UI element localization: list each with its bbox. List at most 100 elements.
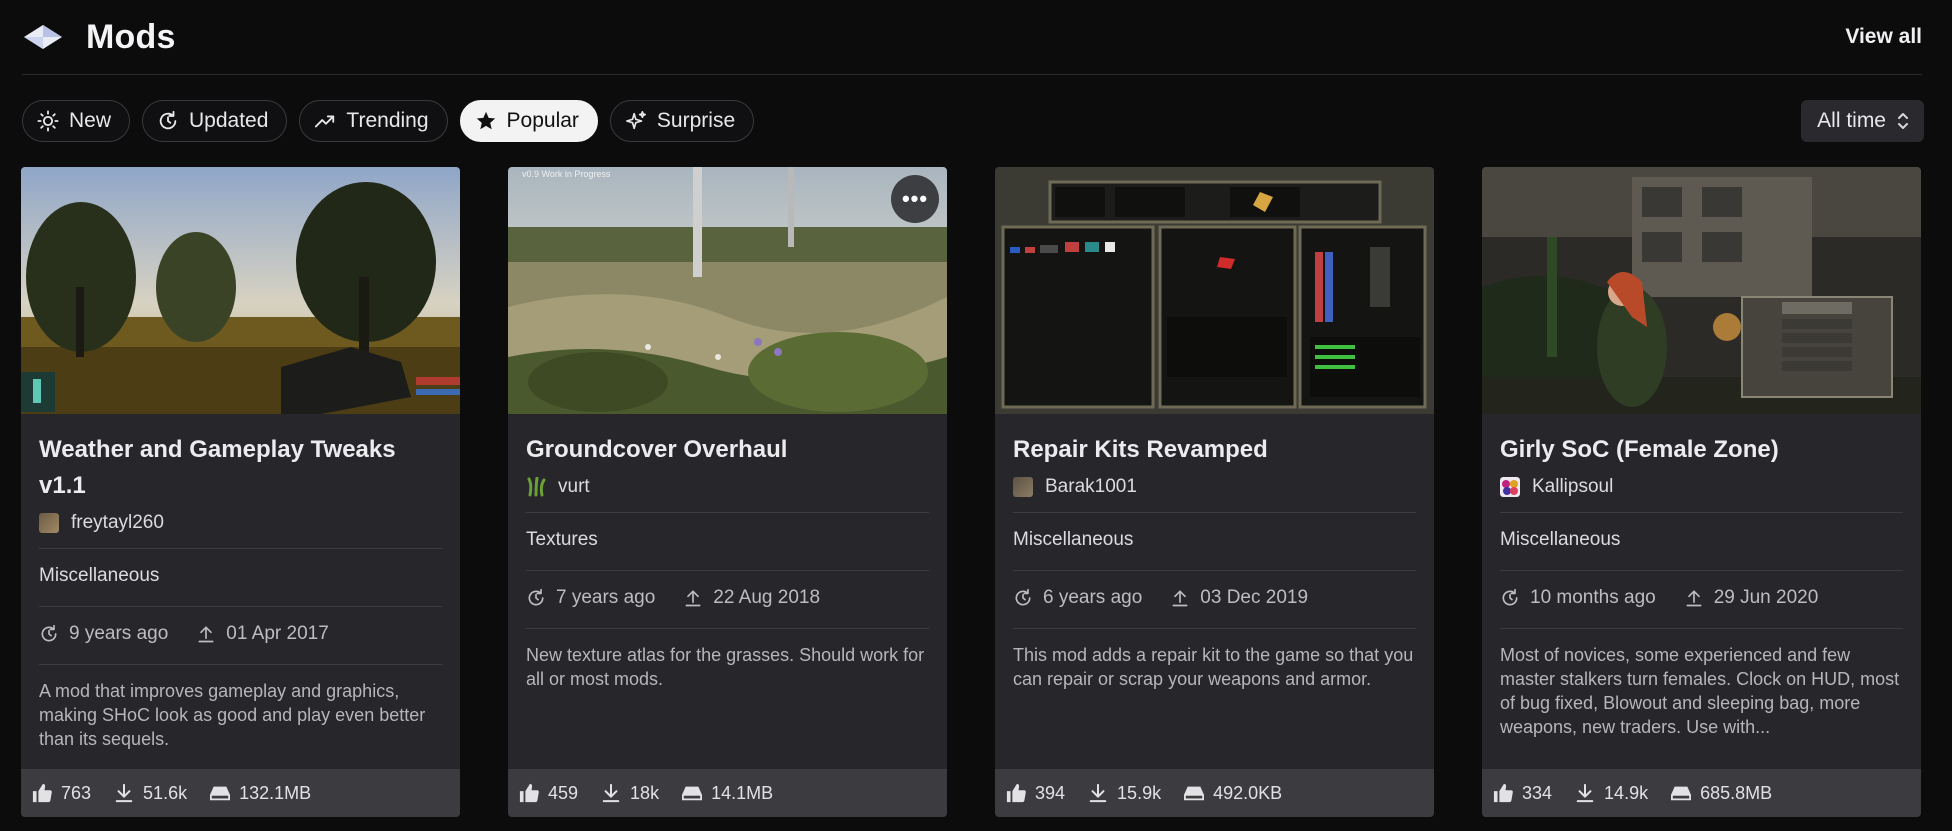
size-stat: 492.0KB <box>1183 783 1282 804</box>
mod-title[interactable]: Repair Kits Revamped <box>1013 432 1416 468</box>
author-name: Kallipsoul <box>1532 476 1614 497</box>
card-footer: 334 14.9k 685.8MB <box>1482 769 1921 817</box>
hard-drive-icon <box>1671 786 1692 801</box>
divider <box>526 628 929 629</box>
more-horizontal-icon: ••• <box>901 186 929 211</box>
likes-count: 459 <box>548 782 579 803</box>
more-options-button[interactable]: ••• <box>891 175 939 223</box>
downloads-count: 14.9k <box>1604 782 1649 803</box>
likes-stat: 763 <box>31 783 91 804</box>
mod-author[interactable]: Kallipsoul <box>1500 472 1903 502</box>
download-icon <box>115 783 133 803</box>
size-stat: 132.1MB <box>209 783 311 804</box>
refresh-icon <box>528 588 544 606</box>
mod-thumbnail[interactable]: v0.9 Work in Progress ••• <box>508 167 947 414</box>
likes-count: 394 <box>1035 782 1066 803</box>
mod-category[interactable]: Textures <box>526 520 929 560</box>
upload-icon <box>1686 590 1702 607</box>
card-body: Groundcover Overhaul vurt Textures 7 yea… <box>508 414 947 691</box>
mod-title[interactable]: Groundcover Overhaul <box>526 432 929 468</box>
page-header: Mods View all <box>22 0 1922 75</box>
mod-title[interactable]: Weather and Gameplay Tweaks v1.1 <box>39 432 442 504</box>
filter-group: New Updated Trending Popular Surprise <box>22 100 755 142</box>
mod-title[interactable]: Girly SoC (Female Zone) <box>1500 432 1903 468</box>
page-title: Mods <box>86 17 176 56</box>
sun-icon <box>37 110 59 132</box>
download-icon <box>602 783 620 803</box>
card-footer: 459 18k 14.1MB <box>508 769 947 817</box>
updated-date: 10 months ago <box>1500 587 1656 609</box>
likes-stat: 394 <box>1005 783 1065 804</box>
divider <box>1500 570 1903 571</box>
downloads-stat: 51.6k <box>113 783 187 804</box>
likes-count: 763 <box>61 782 92 803</box>
card-footer: 763 51.6k 132.1MB <box>21 769 460 817</box>
mod-category[interactable]: Miscellaneous <box>1013 520 1416 560</box>
card-body: Girly SoC (Female Zone) Kallipsoul Misce… <box>1482 414 1921 739</box>
thumbs-up-icon <box>519 783 539 803</box>
likes-stat: 334 <box>1492 783 1552 804</box>
author-name: vurt <box>558 476 590 497</box>
upload-icon <box>1172 590 1188 607</box>
size-stat: 685.8MB <box>1670 783 1772 804</box>
mod-author[interactable]: Barak1001 <box>1013 472 1416 502</box>
filter-surprise-button[interactable]: Surprise <box>609 100 755 142</box>
filter-trending-button[interactable]: Trending <box>299 100 448 142</box>
uploaded-date: 01 Apr 2017 <box>196 623 329 645</box>
mod-thumbnail[interactable] <box>995 167 1434 414</box>
uploaded-date: 03 Dec 2019 <box>1170 587 1308 609</box>
mod-category[interactable]: Miscellaneous <box>1500 520 1903 560</box>
updated-text: 7 years ago <box>556 587 656 608</box>
view-all-link[interactable]: View all <box>1845 25 1922 49</box>
author-avatar <box>527 477 546 497</box>
size-value: 132.1MB <box>239 782 312 803</box>
updated-text: 10 months ago <box>1530 587 1656 608</box>
hard-drive-icon <box>1184 786 1205 801</box>
card-body: Weather and Gameplay Tweaks v1.1 freytay… <box>21 414 460 751</box>
filter-new-button[interactable]: New <box>22 100 131 142</box>
filter-updated-button[interactable]: Updated <box>142 100 288 142</box>
likes-count: 334 <box>1522 782 1553 803</box>
download-icon <box>1576 783 1594 803</box>
divider <box>39 664 442 665</box>
thumbnail-caption: v0.9 Work in Progress <box>522 169 611 179</box>
divider <box>526 570 929 571</box>
uploaded-date: 22 Aug 2018 <box>683 587 820 609</box>
author-avatar <box>39 513 59 533</box>
author-name: freytayl260 <box>71 512 164 533</box>
mod-card-list: Weather and Gameplay Tweaks v1.1 freytay… <box>21 167 1921 817</box>
mod-dates: 9 years ago 01 Apr 2017 <box>39 614 442 654</box>
chevron-updown-icon <box>1898 113 1908 129</box>
mod-card[interactable]: Weather and Gameplay Tweaks v1.1 freytay… <box>21 167 460 817</box>
mod-category[interactable]: Miscellaneous <box>39 556 442 596</box>
refresh-icon <box>1015 588 1031 606</box>
mod-card[interactable]: v0.9 Work in Progress ••• Groundcover Ov… <box>508 167 947 817</box>
refresh-icon <box>41 624 57 642</box>
filter-surprise-label: Surprise <box>656 109 736 132</box>
download-icon <box>1089 783 1107 803</box>
mod-card[interactable]: Repair Kits Revamped Barak1001 Miscellan… <box>995 167 1434 817</box>
upload-icon <box>685 590 701 607</box>
refresh-icon <box>159 110 177 130</box>
size-value: 685.8MB <box>1700 782 1773 803</box>
filter-bar: New Updated Trending Popular Surprise Al… <box>22 100 1924 142</box>
mod-author[interactable]: vurt <box>526 472 929 502</box>
mod-thumbnail[interactable] <box>1482 167 1921 414</box>
thumbs-up-icon <box>32 783 52 803</box>
divider <box>1013 628 1416 629</box>
author-name: Barak1001 <box>1045 476 1137 497</box>
updated-text: 6 years ago <box>1043 587 1143 608</box>
updated-date: 7 years ago <box>526 587 655 609</box>
mod-card[interactable]: Girly SoC (Female Zone) Kallipsoul Misce… <box>1482 167 1921 817</box>
filter-new-label: New <box>69 109 112 132</box>
filter-popular-button[interactable]: Popular <box>459 100 598 142</box>
uploaded-text: 29 Jun 2020 <box>1713 587 1819 608</box>
mod-thumbnail[interactable] <box>21 167 460 414</box>
updated-date: 9 years ago <box>39 623 168 645</box>
mod-description: New texture atlas for the grasses. Shoul… <box>526 645 925 689</box>
mod-author[interactable]: freytayl260 <box>39 508 442 538</box>
thumbs-up-icon <box>1006 783 1026 803</box>
downloads-stat: 14.9k <box>1574 783 1648 804</box>
time-range-select[interactable]: All time <box>1801 100 1924 142</box>
filter-updated-label: Updated <box>189 109 269 132</box>
